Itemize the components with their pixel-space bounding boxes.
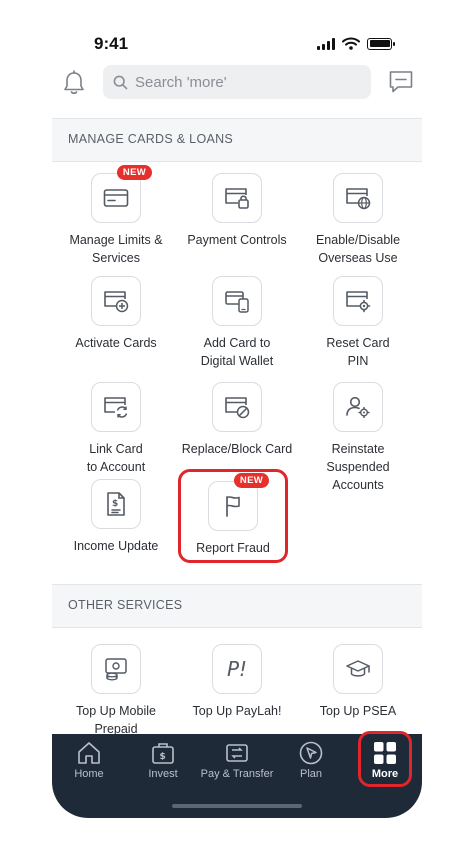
card-sync-icon: [91, 382, 141, 432]
nav-pay-transfer[interactable]: Pay & Transfer: [200, 740, 274, 780]
tile-link-card[interactable]: Link Card to Account: [58, 382, 174, 476]
tile-report-fraud[interactable]: NEW Report Fraud: [175, 473, 291, 557]
battery-icon: [367, 37, 395, 50]
tile-label: Report Fraud: [196, 541, 270, 555]
tile-top-up-psea[interactable]: Top Up PSEA: [300, 644, 416, 720]
tile-manage-limits[interactable]: NEW Manage Limits & Services: [58, 165, 174, 267]
tile-label: Top Up Mobile Prepaid: [76, 704, 156, 736]
svg-text:$: $: [112, 499, 118, 509]
cellular-signal-icon: [317, 37, 335, 50]
tile-label: Payment Controls: [187, 233, 287, 247]
card-plus-icon: [91, 276, 141, 326]
status-icons: [317, 37, 395, 50]
tile-label: Activate Cards: [75, 336, 157, 350]
search-input[interactable]: Search 'more': [103, 65, 371, 99]
pay-transfer-icon: [226, 744, 248, 762]
nav-invest[interactable]: $ Invest: [126, 740, 200, 780]
tile-label: Link Card to Account: [86, 442, 146, 474]
dollar-document-icon: $: [91, 479, 141, 529]
section-header-manage-cards: MANAGE CARDS & LOANS: [52, 118, 422, 162]
tile-replace-block-card[interactable]: Replace/Block Card: [179, 382, 295, 458]
header: Search 'more': [52, 64, 422, 104]
tile-label: Reinstate Suspended Accounts: [326, 442, 390, 492]
tile-overseas-use[interactable]: Enable/Disable Overseas Use: [300, 173, 416, 267]
card-block-icon: [212, 382, 262, 432]
status-bar: 9:41: [52, 28, 422, 60]
tile-income-update[interactable]: $ Income Update: [58, 479, 174, 555]
mobile-topup-icon: [91, 644, 141, 694]
tile-activate-cards[interactable]: Activate Cards: [58, 276, 174, 352]
tile-top-up-mobile[interactable]: Top Up Mobile Prepaid: [58, 644, 174, 738]
nav-label: Invest: [148, 768, 178, 780]
card-lock-icon: [212, 173, 262, 223]
new-badge: NEW: [233, 473, 269, 488]
status-time: 9:41: [94, 34, 129, 53]
tile-top-up-paylah[interactable]: P! Top Up PayLah!: [179, 644, 295, 720]
home-icon: [78, 742, 100, 764]
flag-icon: NEW: [208, 473, 269, 531]
nav-plan[interactable]: Plan: [274, 740, 348, 780]
tile-label: Add Card to Digital Wallet: [200, 336, 274, 368]
card-settings-icon: NEW: [91, 165, 152, 223]
nav-label: Pay & Transfer: [200, 768, 274, 780]
paylah-glyph: P!: [226, 657, 248, 681]
more-nav-highlight: [358, 731, 412, 787]
user-gear-icon: [333, 382, 383, 432]
new-badge: NEW: [116, 165, 152, 180]
tile-label: Manage Limits & Services: [69, 233, 163, 265]
tile-label: Income Update: [73, 539, 159, 553]
section-title: OTHER SERVICES: [68, 598, 183, 612]
plan-icon: [299, 741, 323, 765]
section-header-other-services: OTHER SERVICES: [52, 584, 422, 628]
phone-screen: 9:41 Search 'more' MANAGE CARDS & LOANS …: [52, 0, 422, 820]
nav-home[interactable]: Home: [52, 740, 126, 780]
invest-icon: $: [152, 743, 174, 764]
chat-icon[interactable]: [388, 69, 414, 95]
card-globe-icon: [333, 173, 383, 223]
paylah-icon: P!: [212, 644, 262, 694]
tile-digital-wallet[interactable]: Add Card to Digital Wallet: [179, 276, 295, 370]
tile-label: Reset Card PIN: [326, 336, 390, 368]
bell-icon[interactable]: [62, 70, 86, 96]
svg-text:$: $: [160, 752, 166, 762]
tile-label: Enable/Disable Overseas Use: [315, 233, 401, 265]
home-indicator: [172, 804, 302, 808]
nav-label: Plan: [299, 768, 323, 780]
tile-label: Top Up PSEA: [319, 704, 397, 718]
tile-payment-controls[interactable]: Payment Controls: [179, 173, 295, 249]
search-icon: [113, 75, 128, 89]
section-title: MANAGE CARDS & LOANS: [68, 132, 234, 146]
wifi-icon: [342, 37, 360, 50]
card-gear-icon: [333, 276, 383, 326]
tile-reinstate-accounts[interactable]: Reinstate Suspended Accounts: [300, 382, 416, 494]
graduation-cap-icon: [333, 644, 383, 694]
search-placeholder: Search 'more': [135, 73, 227, 91]
card-wallet-icon: [212, 276, 262, 326]
tile-reset-pin[interactable]: Reset Card PIN: [300, 276, 416, 370]
tile-label: Replace/Block Card: [181, 442, 293, 456]
tile-label: Top Up PayLah!: [192, 704, 282, 718]
nav-label: Home: [74, 768, 104, 780]
